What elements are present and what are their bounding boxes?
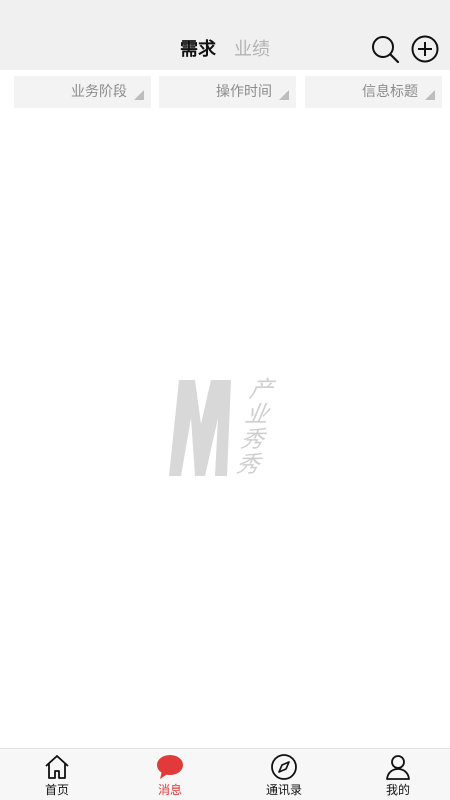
dropdown-corner-icon [425, 90, 435, 100]
tabbar-home[interactable]: 首页 [17, 749, 97, 800]
filter-info-title[interactable]: 信息标题 [305, 76, 442, 108]
add-circle-icon[interactable] [410, 34, 440, 64]
empty-state-watermark: 产 业 秀 秀 [165, 377, 285, 480]
tab-demand[interactable]: 需求 [180, 36, 216, 64]
message-icon [157, 755, 183, 779]
dropdown-corner-icon [134, 90, 144, 100]
filter-operation-time[interactable]: 操作时间 [159, 76, 296, 108]
logo-m-icon [169, 380, 231, 476]
search-icon[interactable] [370, 34, 400, 64]
watermark-text: 产 业 秀 秀 [234, 377, 292, 478]
top-header: 需求 业绩 [0, 0, 450, 70]
watermark-char: 秀 [238, 427, 267, 453]
tab-performance[interactable]: 业绩 [234, 36, 270, 64]
watermark-char: 产 [247, 377, 275, 403]
tabbar-label: 消息 [157, 783, 182, 797]
tabbar-label: 我的 [385, 783, 410, 797]
tabbar-messages[interactable]: 消息 [130, 749, 210, 800]
user-icon [386, 755, 410, 780]
dropdown-corner-icon [279, 90, 289, 100]
compass-icon [271, 754, 297, 780]
filter-business-stage[interactable]: 业务阶段 [14, 76, 151, 108]
filter-label: 操作时间 [216, 84, 272, 100]
home-icon [45, 755, 69, 779]
tabbar-label: 通讯录 [265, 783, 302, 797]
watermark-char: 秀 [234, 452, 262, 478]
tabbar-contacts[interactable]: 通讯录 [244, 749, 324, 800]
tabbar-label: 首页 [44, 783, 69, 797]
filter-label: 业务阶段 [71, 84, 127, 100]
watermark-char: 业 [243, 402, 271, 428]
filter-label: 信息标题 [362, 84, 418, 100]
filter-bar: 业务阶段 操作时间 信息标题 [0, 70, 450, 114]
bottom-tab-bar: 首页 消息 通讯录 我的 [0, 748, 450, 800]
tabbar-profile[interactable]: 我的 [358, 749, 438, 800]
